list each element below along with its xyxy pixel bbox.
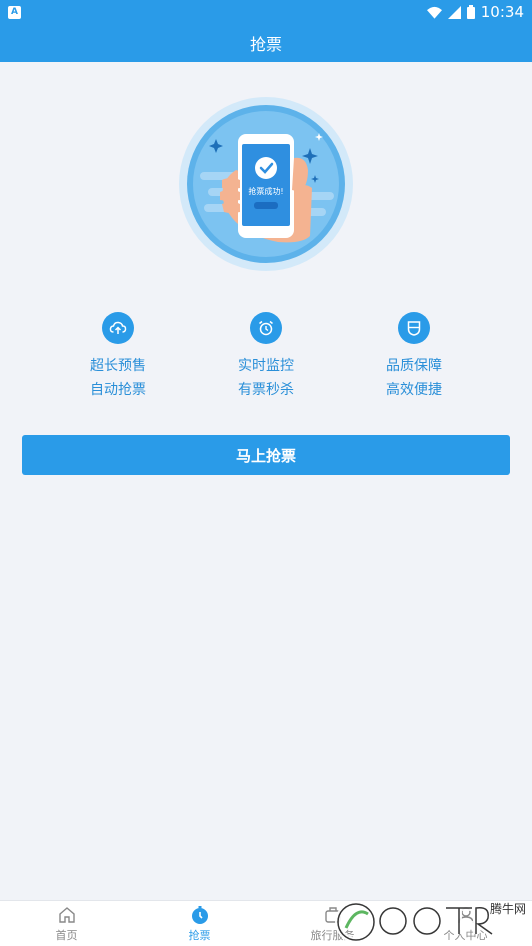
feature-line-1: 品质保障 xyxy=(386,358,442,374)
nav-label: 抢票 xyxy=(188,928,211,942)
battery-icon xyxy=(466,5,475,19)
wifi-icon xyxy=(426,6,442,19)
feature-line-1: 实时监控 xyxy=(238,358,294,374)
feature-monitor: 实时监控 有票秒杀 xyxy=(206,312,326,402)
feature-line-2: 自动抢票 xyxy=(90,382,146,398)
home-icon xyxy=(57,905,77,925)
nav-label: 旅行服务 xyxy=(310,928,355,942)
phone-success-text: 抢票成功! xyxy=(248,186,283,196)
feature-presale: 超长预售 自动抢票 xyxy=(58,312,178,402)
phone-success-illustration: 抢票成功! xyxy=(179,97,353,271)
hero-illustration: 抢票成功! xyxy=(178,96,354,272)
shield-icon xyxy=(398,312,430,344)
features-row: 超长预售 自动抢票 实时监控 有票秒杀 品质保障 高效便捷 xyxy=(0,312,532,412)
grab-ticket-button[interactable]: 马上抢票 xyxy=(22,435,510,475)
signal-icon xyxy=(447,5,461,19)
nav-item-personal-center[interactable]: 个人中心 xyxy=(399,901,532,946)
feature-quality: 品质保障 高效便捷 xyxy=(354,312,474,402)
nav-item-travel-service[interactable]: 旅行服务 xyxy=(266,901,399,946)
alarm-clock-icon xyxy=(250,312,282,344)
feature-line-2: 高效便捷 xyxy=(386,382,442,398)
ticket-icon xyxy=(190,905,210,925)
nav-label: 首页 xyxy=(55,928,78,942)
cloud-upload-icon xyxy=(102,312,134,344)
nav-item-ticket[interactable]: 抢票 xyxy=(133,901,266,946)
feature-line-2: 有票秒杀 xyxy=(238,382,294,398)
app-badge-icon: A xyxy=(8,5,21,19)
nav-item-home[interactable]: 首页 xyxy=(0,901,133,946)
person-icon xyxy=(456,905,476,925)
page-title: 抢票 xyxy=(249,35,282,54)
status-bar: A 10:34 xyxy=(0,0,532,24)
feature-line-1: 超长预售 xyxy=(90,358,146,374)
bottom-nav: 首页 抢票 旅行服务 个人中心 xyxy=(0,900,532,946)
travel-service-icon xyxy=(323,905,343,925)
title-bar: 抢票 xyxy=(0,24,532,62)
nav-label: 个人中心 xyxy=(443,928,488,942)
status-time: 10:34 xyxy=(480,3,524,21)
